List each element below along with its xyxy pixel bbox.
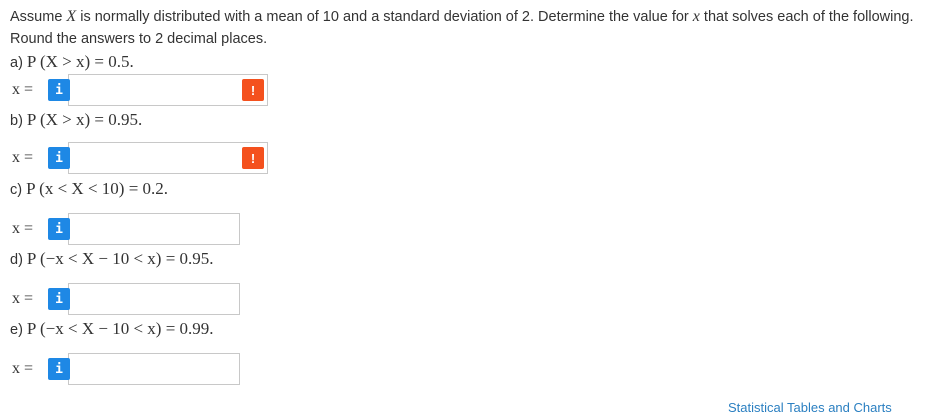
warning-icon[interactable]: ! <box>242 147 264 169</box>
question-c-label: c) P (x < X < 10) = 0.2. <box>10 179 169 198</box>
question-d-expression: P (−x < X − 10 < x) = 0.95. <box>26 249 214 268</box>
answer-label: x = <box>12 81 34 98</box>
question-b-label: b) P (X > x) = 0.95. <box>10 110 143 129</box>
answer-label: x = <box>12 290 34 307</box>
question-e-answer-row: x = i <box>12 352 240 386</box>
answer-label: x = <box>12 220 34 237</box>
question-e-label: e) P (−x < X − 10 < x) = 0.99. <box>10 319 214 338</box>
info-icon[interactable]: i <box>48 79 70 101</box>
statistical-tables-link[interactable]: Statistical Tables and Charts <box>728 400 892 412</box>
answer-label: x = <box>12 360 34 377</box>
answer-field-e[interactable] <box>68 353 240 385</box>
var-x: x <box>692 8 700 25</box>
question-a-expression: P (X > x) = 0.5. <box>26 52 134 71</box>
answer-label: x = <box>12 149 34 166</box>
info-icon[interactable]: i <box>48 147 70 169</box>
intro-text-2: is normally distributed with a mean of 1… <box>76 9 693 25</box>
question-b-answer-row: x = i ! <box>12 141 268 175</box>
question-a-label: a) P (X > x) = 0.5. <box>10 52 134 71</box>
info-icon[interactable]: i <box>48 358 70 380</box>
info-icon[interactable]: i <box>48 288 70 310</box>
answer-field-d[interactable] <box>68 283 240 315</box>
answer-field-b[interactable]: ! <box>68 142 268 174</box>
answer-field-c[interactable] <box>68 213 240 245</box>
question-b-expression: P (X > x) = 0.95. <box>26 110 143 129</box>
intro-text-1: Assume <box>10 9 67 25</box>
var-X: X <box>66 8 77 25</box>
question-c-expression: P (x < X < 10) = 0.2. <box>26 179 169 198</box>
question-d-label: d) P (−x < X − 10 < x) = 0.95. <box>10 249 214 268</box>
question-c-answer-row: x = i <box>12 212 240 246</box>
answer-field-a[interactable]: ! <box>68 74 268 106</box>
question-e-expression: P (−x < X − 10 < x) = 0.99. <box>26 319 214 338</box>
warning-icon[interactable]: ! <box>242 79 264 101</box>
info-icon[interactable]: i <box>48 218 70 240</box>
question-d-answer-row: x = i <box>12 282 240 316</box>
question-a-answer-row: x = i ! <box>12 73 268 107</box>
problem-statement: Assume X is normally distributed with a … <box>10 6 920 50</box>
